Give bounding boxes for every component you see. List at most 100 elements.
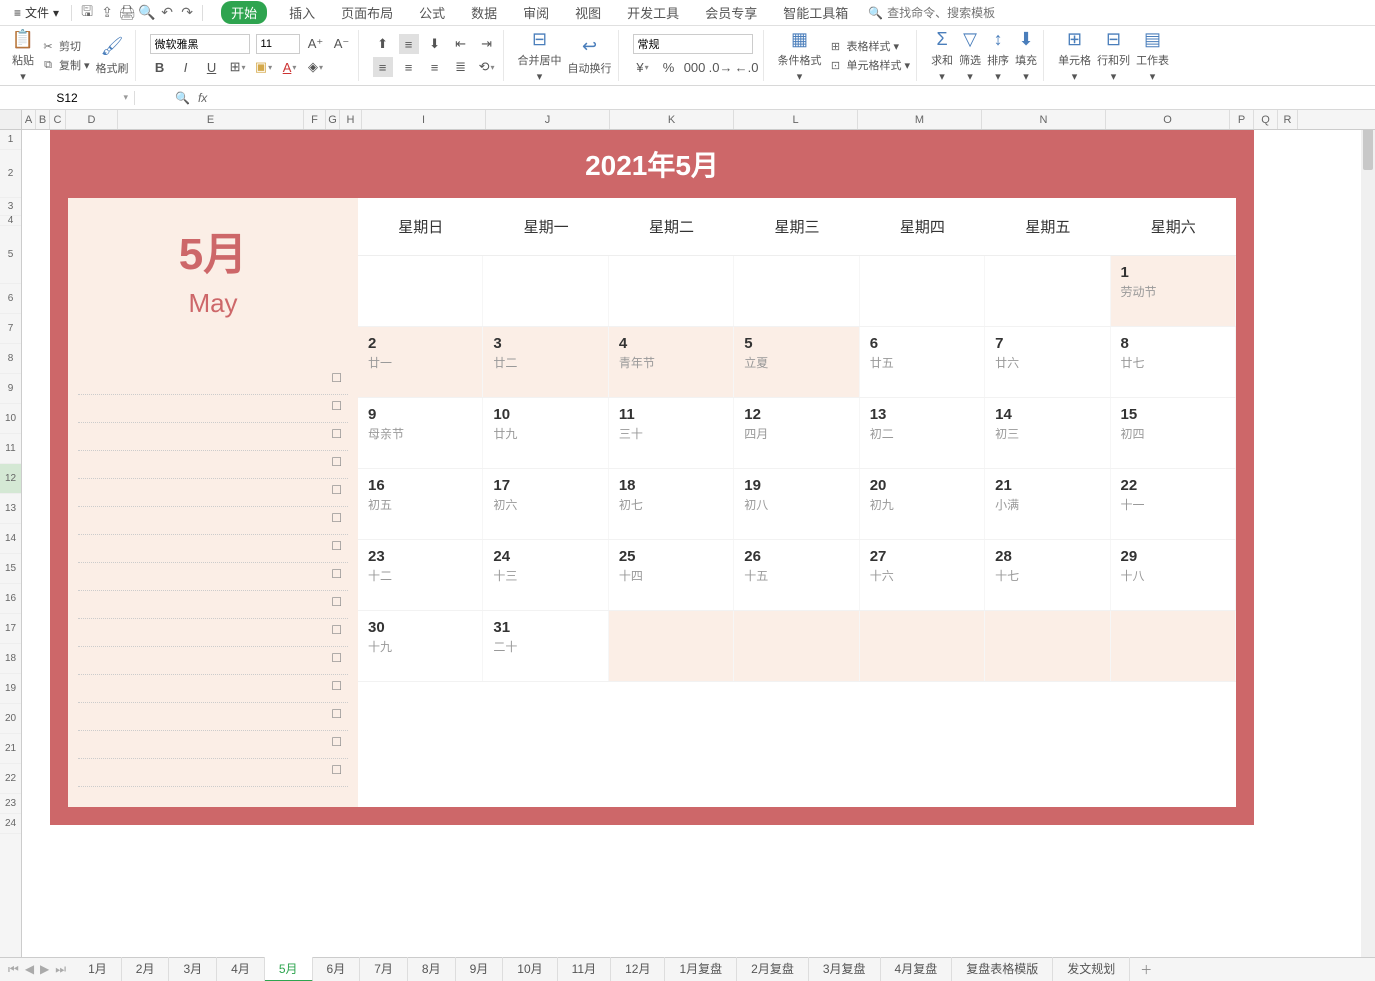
cell-style-button[interactable]: ⊡单元格样式▾: [828, 57, 911, 73]
number-format-select[interactable]: [633, 34, 753, 54]
increase-font-icon[interactable]: A⁺: [306, 34, 326, 54]
row-header-21[interactable]: 21: [0, 734, 21, 764]
calendar-cell[interactable]: 9母亲节: [358, 398, 483, 468]
cells-area[interactable]: 2021年5月 5月 May 星期日星期一星期二星期三星期四星期五星期六 1劳动…: [22, 130, 1375, 957]
sheet-tab[interactable]: 3月复盘: [809, 957, 881, 981]
col-header-L[interactable]: L: [734, 110, 858, 129]
checklist-line[interactable]: [78, 759, 348, 787]
col-header-P[interactable]: P: [1230, 110, 1254, 129]
sheet-tab[interactable]: 2月: [122, 957, 170, 981]
cond-format-button[interactable]: ▦条件格式▾: [778, 28, 822, 83]
calendar-cell[interactable]: 15初四: [1111, 398, 1236, 468]
sheet-tab[interactable]: 7月: [360, 957, 408, 981]
formula-input[interactable]: [215, 90, 1375, 105]
calendar-cell[interactable]: [734, 611, 859, 681]
calendar-cell[interactable]: 10廿九: [483, 398, 608, 468]
sheet-tab[interactable]: 6月: [313, 957, 361, 981]
calendar-cell[interactable]: [985, 256, 1110, 326]
col-header-G[interactable]: G: [326, 110, 340, 129]
sheet-tab[interactable]: 11月: [558, 957, 611, 981]
calendar-cell[interactable]: 20初九: [860, 469, 985, 539]
row-header-14[interactable]: 14: [0, 524, 21, 554]
col-header-D[interactable]: D: [66, 110, 118, 129]
ribbon-tab-7[interactable]: 开发工具: [623, 1, 683, 24]
col-header-N[interactable]: N: [982, 110, 1106, 129]
checklist-line[interactable]: [78, 395, 348, 423]
row-header-15[interactable]: 15: [0, 554, 21, 584]
checklist-line[interactable]: [78, 479, 348, 507]
calendar-cell[interactable]: 21小满: [985, 469, 1110, 539]
zoom-icon[interactable]: 🔍: [175, 91, 190, 105]
redo-icon[interactable]: ↷: [178, 4, 196, 22]
align-bottom-icon[interactable]: ⬇: [425, 34, 445, 54]
row-header-16[interactable]: 16: [0, 584, 21, 614]
checklist-line[interactable]: [78, 563, 348, 591]
checklist-line[interactable]: [78, 731, 348, 759]
col-header-Q[interactable]: Q: [1254, 110, 1278, 129]
calendar-cell[interactable]: 4青年节: [609, 327, 734, 397]
ribbon-tab-1[interactable]: 插入: [285, 1, 319, 24]
row-header-10[interactable]: 10: [0, 404, 21, 434]
align-right-icon[interactable]: ≡: [425, 57, 445, 77]
cut-button[interactable]: ✂剪切: [40, 38, 90, 54]
checklist-line[interactable]: [78, 647, 348, 675]
row-header-19[interactable]: 19: [0, 674, 21, 704]
wrap-button[interactable]: ↩自动换行: [568, 36, 612, 76]
add-sheet-button[interactable]: ＋: [1130, 961, 1162, 978]
calendar-cell[interactable]: 18初七: [609, 469, 734, 539]
sheet-tab[interactable]: 4月复盘: [881, 957, 953, 981]
row-header-23[interactable]: 23: [0, 794, 21, 814]
ribbon-tab-8[interactable]: 会员专享: [701, 1, 761, 24]
checklist-line[interactable]: [78, 675, 348, 703]
ribbon-tab-0[interactable]: 开始: [221, 1, 267, 24]
row-header-1[interactable]: 1: [0, 130, 21, 150]
orientation-icon[interactable]: ⟲: [477, 57, 497, 77]
underline-icon[interactable]: U: [202, 57, 222, 77]
currency-icon[interactable]: ¥: [633, 57, 653, 77]
command-search[interactable]: 🔍: [868, 6, 1027, 20]
ribbon-tab-4[interactable]: 数据: [467, 1, 501, 24]
calendar-cell[interactable]: 26十五: [734, 540, 859, 610]
calendar-cell[interactable]: 27十六: [860, 540, 985, 610]
font-size-select[interactable]: [256, 34, 300, 54]
calendar-cell[interactable]: 28十七: [985, 540, 1110, 610]
ribbon-tab-2[interactable]: 页面布局: [337, 1, 397, 24]
row-header-4[interactable]: 4: [0, 216, 21, 226]
percent-icon[interactable]: %: [659, 57, 679, 77]
row-header-24[interactable]: 24: [0, 814, 21, 834]
align-center-icon[interactable]: ≡: [399, 57, 419, 77]
decrease-font-icon[interactable]: A⁻: [332, 34, 352, 54]
sheet-tab[interactable]: 12月: [611, 957, 665, 981]
sheet-tab[interactable]: 1月: [74, 957, 122, 981]
col-header-E[interactable]: E: [118, 110, 304, 129]
indent-inc-icon[interactable]: ⇥: [477, 34, 497, 54]
file-menu[interactable]: ≡ 文件 ▾: [8, 2, 65, 23]
calendar-cell[interactable]: 31二十: [483, 611, 608, 681]
dec-decimal-icon[interactable]: ←.0: [737, 57, 757, 77]
sheet-tab[interactable]: 发文规划: [1053, 957, 1130, 981]
cells-button[interactable]: ⊞单元格▾: [1058, 28, 1091, 83]
calendar-cell[interactable]: [609, 611, 734, 681]
row-header-2[interactable]: 2: [0, 150, 21, 198]
calendar-cell[interactable]: [985, 611, 1110, 681]
sheet-tab[interactable]: 3月: [169, 957, 217, 981]
indent-dec-icon[interactable]: ⇤: [451, 34, 471, 54]
sheet-tab[interactable]: 1月复盘: [665, 957, 737, 981]
row-header-11[interactable]: 11: [0, 434, 21, 464]
undo-icon[interactable]: ↶: [158, 4, 176, 22]
checklist-line[interactable]: [78, 535, 348, 563]
fx-icon[interactable]: fx: [198, 91, 207, 105]
calendar-cell[interactable]: [734, 256, 859, 326]
calendar-cell[interactable]: [1111, 611, 1236, 681]
format-painter-button[interactable]: 🖌格式刷: [96, 36, 129, 76]
checklist-line[interactable]: [78, 451, 348, 479]
row-header-20[interactable]: 20: [0, 704, 21, 734]
align-justify-icon[interactable]: ≣: [451, 57, 471, 77]
italic-icon[interactable]: I: [176, 57, 196, 77]
align-top-icon[interactable]: ⬆: [373, 34, 393, 54]
comma-icon[interactable]: 000: [685, 57, 705, 77]
row-header-12[interactable]: 12: [0, 464, 21, 494]
row-header-3[interactable]: 3: [0, 198, 21, 216]
row-header-7[interactable]: 7: [0, 314, 21, 344]
ribbon-tab-5[interactable]: 审阅: [519, 1, 553, 24]
